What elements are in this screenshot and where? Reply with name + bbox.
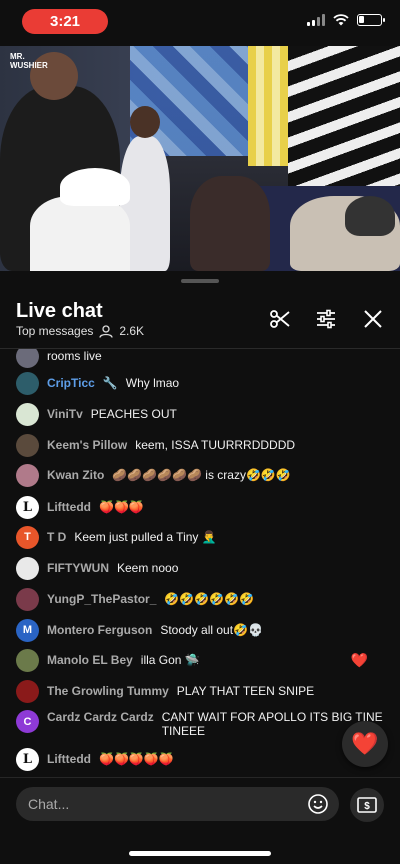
heart-icon: ❤️	[350, 651, 368, 668]
emoji-icon[interactable]	[307, 793, 329, 815]
message-author[interactable]: FIFTYWUN	[47, 561, 109, 575]
chat-settings-button[interactable]	[314, 307, 338, 331]
wifi-icon	[333, 14, 349, 26]
avatar[interactable]	[16, 648, 39, 672]
message-text: 🥔🥔🥔🥔🥔🥔 is crazy🤣🤣🤣	[112, 468, 291, 482]
status-time: 3:21	[22, 9, 108, 34]
dollar-bill-icon: $	[357, 797, 377, 813]
status-icons	[307, 14, 385, 26]
drag-handle[interactable]	[181, 279, 219, 283]
chat-message[interactable]: rooms live	[16, 349, 386, 369]
wrench-icon: 🔧	[102, 376, 118, 390]
home-indicator	[129, 851, 271, 856]
message-author[interactable]: Kwan Zito	[47, 468, 104, 482]
message-author[interactable]: Lifttedd	[47, 500, 91, 514]
message-author[interactable]: YungP_ThePastor_	[47, 592, 156, 606]
avatar[interactable]	[16, 556, 39, 580]
avatar[interactable]: M	[16, 618, 39, 642]
message-author[interactable]: Keem's Pillow	[47, 438, 127, 452]
viewers-icon	[99, 324, 114, 338]
chat-message[interactable]: T T D Keem just pulled a Tiny 🤦‍♂️	[16, 524, 386, 550]
message-author[interactable]: CripTicc	[47, 376, 95, 390]
avatar[interactable]	[16, 433, 39, 457]
message-text: keem, ISSA TUURRRDDDDD	[135, 438, 296, 452]
message-text: illa Gon 🛸	[140, 653, 200, 667]
message-text: PEACHES OUT	[90, 407, 177, 421]
chat-message[interactable]: The Growling Tummy PLAY THAT TEEN SNIPE	[16, 678, 386, 704]
message-text: Keem nooo	[117, 561, 179, 575]
live-video-player[interactable]: MR. WUSHIER	[0, 46, 400, 271]
status-bar: 3:21	[0, 0, 400, 44]
chat-message[interactable]: L Lifttedd 🍑🍑🍑🍑🍑	[16, 746, 386, 772]
chat-message[interactable]: Manolo EL Bey illa Gon 🛸 ❤️	[16, 647, 386, 673]
avatar[interactable]: L	[16, 495, 39, 519]
message-text: Why lmao	[125, 376, 180, 390]
chat-messages-list[interactable]: rooms live CripTicc 🔧 Why lmao ViniTv PEACHES…	[0, 349, 400, 775]
chat-mode-label: Top messages	[16, 324, 94, 338]
avatar[interactable]	[16, 587, 39, 611]
avatar[interactable]: T	[16, 525, 39, 549]
channel-logo: MR. WUSHIER	[10, 52, 48, 70]
message-text: 🤣🤣🤣🤣🤣🤣	[164, 592, 255, 606]
chat-message[interactable]: M Montero Ferguson Stoody all out🤣💀	[16, 617, 386, 643]
avatar[interactable]: C	[16, 710, 39, 733]
viewer-count: 2.6K	[119, 324, 145, 338]
message-author[interactable]: The Growling Tummy	[47, 684, 169, 698]
close-icon	[364, 310, 382, 328]
chat-input[interactable]: Chat...	[16, 787, 339, 821]
message-text: rooms live	[47, 349, 102, 363]
super-chat-button[interactable]: $	[350, 788, 384, 822]
chat-message[interactable]: FIFTYWUN Keem nooo	[16, 555, 386, 581]
chat-message[interactable]: ViniTv PEACHES OUT	[16, 401, 386, 427]
avatar[interactable]	[16, 402, 39, 426]
message-author[interactable]: Montero Ferguson	[47, 623, 152, 637]
avatar[interactable]	[16, 349, 39, 368]
avatar[interactable]	[16, 371, 39, 395]
avatar[interactable]	[16, 463, 39, 487]
message-author[interactable]: T D	[47, 530, 66, 544]
message-text: 🍑🍑🍑	[99, 500, 144, 514]
heart-reaction-button[interactable]: ❤️	[342, 721, 388, 767]
footer-divider	[0, 777, 400, 778]
chat-message[interactable]: Keem's Pillow keem, ISSA TUURRRDDDDD	[16, 432, 386, 458]
message-text: 🍑🍑🍑🍑🍑	[99, 752, 174, 766]
close-chat-button[interactable]	[361, 307, 385, 331]
chat-message[interactable]: CripTicc 🔧 Why lmao	[16, 370, 386, 396]
message-text: Stoody all out🤣💀	[160, 623, 263, 637]
chat-message[interactable]: Kwan Zito 🥔🥔🥔🥔🥔🥔 is crazy🤣🤣🤣	[16, 462, 386, 488]
chat-mode-selector[interactable]: Top messages 2.6K	[16, 324, 144, 338]
chat-title: Live chat	[16, 300, 103, 322]
chat-input-placeholder: Chat...	[28, 796, 70, 812]
message-author[interactable]: Cardz Cardz Cardz	[47, 710, 154, 724]
battery-icon	[357, 14, 385, 26]
chat-header: Live chat Top messages 2.6K	[0, 290, 400, 346]
chat-message[interactable]: L Lifttedd 🍑🍑🍑	[16, 494, 386, 520]
signal-icon	[307, 14, 325, 26]
message-author[interactable]: ViniTv	[47, 407, 83, 421]
heart-icon: ❤️	[351, 731, 379, 756]
chat-message[interactable]: C Cardz Cardz Cardz CANT WAIT FOR APOLLO I…	[16, 709, 386, 739]
message-author[interactable]: Lifttedd	[47, 752, 91, 766]
message-author[interactable]: Manolo EL Bey	[47, 653, 133, 667]
message-text: Keem just pulled a Tiny 🤦‍♂️	[74, 530, 217, 544]
clip-button[interactable]	[268, 307, 292, 331]
message-text: PLAY THAT TEEN SNIPE	[176, 684, 315, 698]
scissors-icon	[270, 310, 290, 328]
svg-text:$: $	[364, 801, 370, 812]
avatar[interactable]: L	[16, 747, 39, 771]
sliders-icon	[317, 309, 335, 329]
avatar[interactable]	[16, 679, 39, 703]
chat-message[interactable]: YungP_ThePastor_ 🤣🤣🤣🤣🤣🤣	[16, 586, 386, 612]
